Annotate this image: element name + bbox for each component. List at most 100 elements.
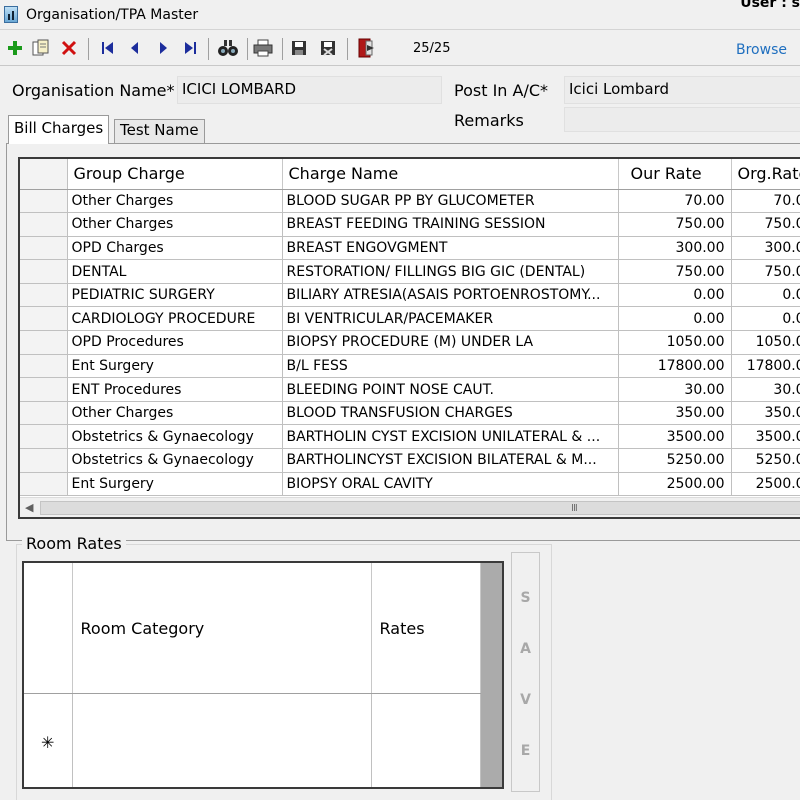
charge-name-cell[interactable]: BLOOD TRANSFUSION CHARGES bbox=[282, 401, 619, 426]
add-icon[interactable] bbox=[5, 38, 25, 58]
tab-bill-charges[interactable]: Bill Charges bbox=[8, 115, 110, 144]
table-row[interactable]: Other Charges BLOOD SUGAR PP BY GLUCOMETE… bbox=[20, 189, 800, 214]
group-charge-cell[interactable]: Obstetrics & Gynaecology bbox=[67, 424, 283, 450]
org-rate-cell[interactable]: 2500.00 bbox=[731, 472, 800, 497]
group-charge-cell[interactable]: OPD Procedures bbox=[67, 330, 283, 355]
group-charge-cell[interactable]: CARDIOLOGY PROCEDURE bbox=[67, 306, 283, 332]
group-charge-cell[interactable]: DENTAL bbox=[67, 259, 283, 284]
group-charge-cell[interactable]: Other Charges bbox=[67, 401, 283, 426]
group-charge-cell[interactable]: Ent Surgery bbox=[67, 354, 283, 379]
table-row[interactable]: Ent Surgery BIOPSY ORAL CAVITY 2500.00 2500… bbox=[20, 472, 800, 497]
group-charge-cell[interactable]: Obstetrics & Gynaecology bbox=[67, 448, 283, 473]
table-row[interactable]: ENT Procedures BLEEDING POINT NOSE CAUT. 3… bbox=[20, 377, 800, 402]
org-rate-cell[interactable]: 30.00 bbox=[731, 377, 800, 402]
row-header[interactable] bbox=[20, 472, 68, 497]
row-header[interactable] bbox=[20, 377, 68, 402]
org-rate-cell[interactable]: 0.00 bbox=[731, 283, 800, 308]
group-charge-cell[interactable]: OPD Charges bbox=[67, 236, 283, 261]
table-row[interactable]: OPD ChargesBREAST ENGOVGMENT300.00300.00 bbox=[20, 236, 800, 261]
our-rate-cell[interactable]: 17800.00 bbox=[618, 354, 732, 379]
row-header[interactable] bbox=[20, 212, 68, 237]
our-rate-cell[interactable]: 1050.00 bbox=[618, 330, 732, 355]
remarks-field[interactable] bbox=[564, 107, 800, 132]
group-charge-cell[interactable]: Ent Surgery bbox=[67, 472, 283, 497]
column-header-org-rate[interactable]: Org.Rate bbox=[731, 159, 800, 190]
table-row[interactable]: Obstetrics & Gynaecology BARTHOLIN CYST E… bbox=[20, 424, 800, 450]
browse-link[interactable]: Browse bbox=[736, 42, 787, 58]
exit-icon[interactable] bbox=[356, 38, 376, 58]
our-rate-cell[interactable]: 2500.00 bbox=[618, 472, 732, 497]
group-charge-cell[interactable]: ENT Procedures bbox=[67, 377, 283, 402]
our-rate-cell[interactable]: 30.00 bbox=[618, 377, 732, 402]
print-icon[interactable] bbox=[253, 38, 273, 58]
org-rate-cell[interactable]: 300.00 bbox=[731, 236, 800, 261]
row-header[interactable] bbox=[20, 401, 68, 426]
bill-charges-grid[interactable]: Group Charge Charge Name Our Rate Org.Ra… bbox=[18, 157, 800, 519]
our-rate-cell[interactable]: 3500.00 bbox=[618, 424, 732, 450]
row-header[interactable] bbox=[20, 259, 68, 284]
group-charge-cell[interactable]: Other Charges bbox=[67, 189, 283, 214]
first-record-icon[interactable] bbox=[98, 38, 118, 58]
charge-name-cell[interactable]: BIOPSY PROCEDURE (M) UNDER LA bbox=[282, 330, 619, 355]
group-charge-cell[interactable]: Other Charges bbox=[67, 212, 283, 237]
charge-name-cell[interactable]: B/L FESS bbox=[282, 354, 619, 379]
org-rate-cell[interactable]: 17800.00 bbox=[731, 354, 800, 379]
charge-name-cell[interactable]: BLOOD SUGAR PP BY GLUCOMETER bbox=[282, 189, 619, 214]
new-row[interactable]: ✳ bbox=[24, 693, 481, 787]
our-rate-cell[interactable]: 350.00 bbox=[618, 401, 732, 426]
table-row[interactable]: DENTAL RESTORATION/ FILLINGS BIG GIC (DEN… bbox=[20, 259, 800, 284]
org-rate-cell[interactable]: 5250.00 bbox=[731, 448, 800, 473]
column-header-our-rate[interactable]: Our Rate bbox=[618, 159, 732, 190]
delete-icon[interactable] bbox=[59, 38, 79, 58]
org-rate-cell[interactable]: 3500.00 bbox=[731, 424, 800, 450]
row-header[interactable] bbox=[20, 283, 68, 308]
organisation-name-field[interactable]: ICICI LOMBARD bbox=[177, 76, 442, 104]
charge-name-cell[interactable]: BARTHOLINCYST EXCISION BILATERAL & M... bbox=[282, 448, 619, 473]
row-header[interactable] bbox=[20, 354, 68, 379]
our-rate-cell[interactable]: 300.00 bbox=[618, 236, 732, 261]
last-record-icon[interactable] bbox=[180, 38, 200, 58]
charge-name-cell[interactable]: BILIARY ATRESIA(ASAIS PORTOENROSTOMY... bbox=[282, 283, 619, 308]
charge-name-cell[interactable]: BREAST FEEDING TRAINING SESSION bbox=[282, 212, 619, 237]
charge-name-cell[interactable]: RESTORATION/ FILLINGS BIG GIC (DENTAL) bbox=[282, 259, 619, 284]
charge-name-cell[interactable]: BLEEDING POINT NOSE CAUT. bbox=[282, 377, 619, 402]
column-header-charge-name[interactable]: Charge Name bbox=[282, 159, 619, 190]
charge-name-cell[interactable]: BIOPSY ORAL CAVITY bbox=[282, 472, 619, 497]
org-rate-cell[interactable]: 350.00 bbox=[731, 401, 800, 426]
our-rate-cell[interactable]: 0.00 bbox=[618, 283, 732, 308]
save-close-icon[interactable] bbox=[318, 38, 338, 58]
org-rate-cell[interactable]: 70.00 bbox=[731, 189, 800, 214]
our-rate-cell[interactable]: 5250.00 bbox=[618, 448, 732, 473]
org-rate-cell[interactable]: 750.00 bbox=[731, 212, 800, 237]
our-rate-cell[interactable]: 0.00 bbox=[618, 306, 732, 332]
save-icon[interactable] bbox=[289, 38, 309, 58]
row-header[interactable] bbox=[20, 448, 68, 473]
previous-record-icon[interactable] bbox=[125, 38, 145, 58]
table-row[interactable]: Obstetrics & Gynaecology BARTHOLINCYST EX… bbox=[20, 448, 800, 473]
row-header[interactable] bbox=[20, 306, 68, 332]
org-rate-cell[interactable]: 750.00 bbox=[731, 259, 800, 284]
room-rates-grid[interactable]: Room Category Rates ✳ bbox=[22, 561, 504, 789]
column-header-group-charge[interactable]: Group Charge bbox=[67, 159, 283, 190]
row-header[interactable] bbox=[20, 424, 68, 450]
our-rate-cell[interactable]: 70.00 bbox=[618, 189, 732, 214]
org-rate-cell[interactable]: 1050.00 bbox=[731, 330, 800, 355]
row-header[interactable] bbox=[20, 330, 68, 355]
column-header-rates[interactable]: Rates bbox=[371, 563, 481, 695]
table-row[interactable]: Other Charges BREAST FEEDING TRAINING SES… bbox=[20, 212, 800, 237]
our-rate-cell[interactable]: 750.00 bbox=[618, 259, 732, 284]
horizontal-scrollbar[interactable]: ◀ III bbox=[20, 497, 800, 517]
save-button[interactable]: S A V E bbox=[511, 552, 540, 792]
our-rate-cell[interactable]: 750.00 bbox=[618, 212, 732, 237]
next-record-icon[interactable] bbox=[153, 38, 173, 58]
row-header[interactable] bbox=[20, 236, 68, 261]
copy-icon[interactable] bbox=[31, 38, 51, 58]
tab-test-name[interactable]: Test Name bbox=[114, 119, 205, 143]
scrollbar-thumb[interactable]: III bbox=[40, 501, 800, 515]
table-row[interactable]: CARDIOLOGY PROCEDURE BI VENTRICULAR/PACEM… bbox=[20, 306, 800, 332]
find-icon[interactable] bbox=[218, 38, 238, 58]
column-header-room-category[interactable]: Room Category bbox=[72, 563, 372, 695]
org-rate-cell[interactable]: 0.00 bbox=[731, 306, 800, 332]
charge-name-cell[interactable]: BARTHOLIN CYST EXCISION UNILATERAL & ... bbox=[282, 424, 619, 450]
charge-name-cell[interactable]: BREAST ENGOVGMENT bbox=[282, 236, 619, 261]
